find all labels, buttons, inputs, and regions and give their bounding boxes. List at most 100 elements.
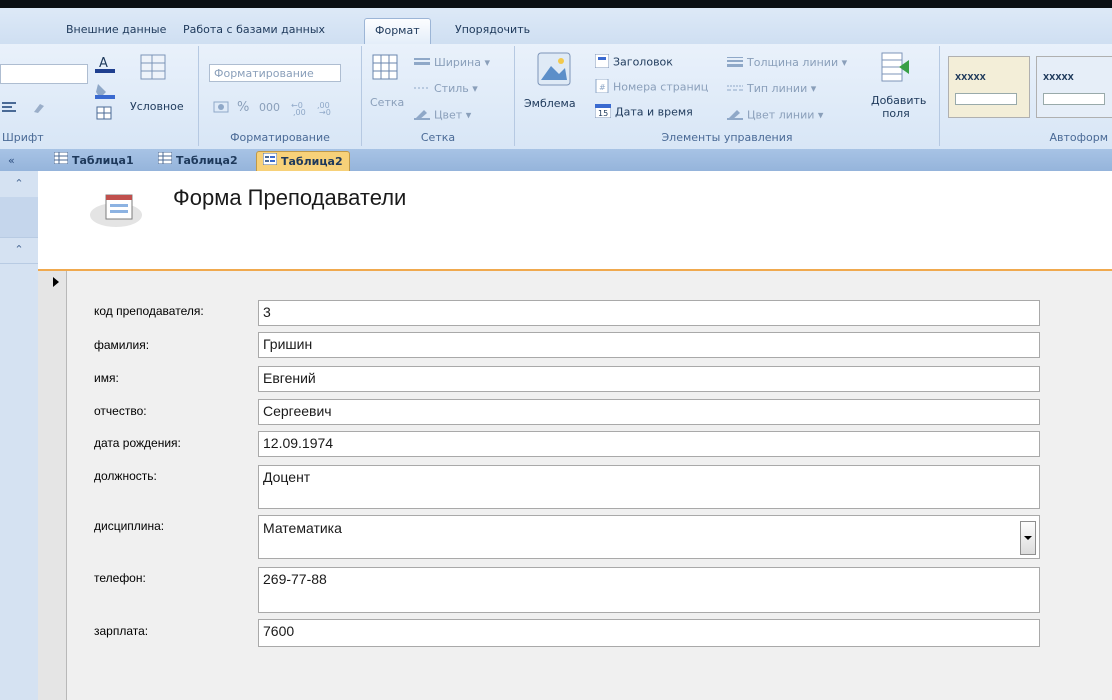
nav-expand-icon[interactable]: ⌃ [0,171,38,198]
line-type-button[interactable]: Тип линии ▾ [727,82,816,96]
font-color-icon[interactable]: A [94,54,116,77]
svg-text:A: A [99,56,108,71]
line-type-icon [727,83,743,96]
ribbon: A Условное Шрифт Форматирование % 000 ←0… [0,44,1112,150]
grid-big-label[interactable]: Сетка [370,96,404,109]
current-record-arrow-icon [53,277,59,287]
grid-width-button[interactable]: Ширина ▾ [414,56,490,70]
line-type-label: Тип линии [747,82,808,95]
increase-decimals-icon[interactable]: ←0,00 [291,98,311,119]
grid-group-label: Сетка [420,131,456,144]
controls-group: Эмблема Заголовок # Номера страниц 15 Дата… [515,46,940,146]
doc-tab-table1[interactable]: Таблица1 [48,151,140,171]
grid-style-label: Стиль [434,82,469,95]
fill-color-icon[interactable] [94,80,116,103]
field-phone[interactable]: 269-77-88 [258,567,1040,613]
grid-group: Сетка Ширина ▾ Стиль ▾ Цвет ▾ Сетка [362,46,515,146]
formatting-group: Форматирование % 000 ←0,00 ,00 →0 Формати… [199,46,362,146]
percent-button[interactable]: % [237,100,249,115]
gridlines-icon[interactable] [96,106,120,123]
field-patronymic[interactable]: Сергеевич [258,399,1040,425]
form-icon [262,152,278,172]
format-painter-icon[interactable] [32,100,48,117]
dropdown-arrow-icon[interactable] [1020,521,1036,555]
field-surname[interactable]: Гришин [258,332,1040,358]
form-detail: код преподавателя: 3 фамилия: Гришин имя… [38,271,1112,700]
line-thickness-label: Толщина линии [747,56,839,69]
table-icon [157,151,173,171]
nav-section[interactable] [0,197,38,238]
add-fields-label[interactable]: Добавить поля [871,94,926,120]
field-position[interactable]: Доцент [258,465,1040,509]
grid-style-button[interactable]: Стиль ▾ [414,82,478,96]
font-size-combo[interactable] [0,64,88,84]
logo-icon[interactable] [537,52,571,89]
date-time-label: Дата и время [615,105,693,119]
page-numbers-button[interactable]: # Номера страниц [595,78,709,96]
tab-format[interactable]: Формат [364,18,431,45]
window-top-border [0,0,1112,8]
autoformat-swatch-2[interactable]: XXXXX [1036,56,1112,118]
grid-big-icon[interactable] [372,54,398,83]
line-thickness-icon [727,56,743,70]
font-group: A Условное Шрифт [0,46,199,146]
nav-expand-icon[interactable]: ⌃ [0,237,38,264]
tab-arrange[interactable]: Упорядочить [455,23,530,36]
heading-button[interactable]: Заголовок [594,53,673,71]
swatch-pattern: XXXXX [1043,73,1074,82]
align-icon[interactable] [2,100,16,117]
line-thickness-button[interactable]: Толщина линии ▾ [727,56,847,70]
form-title: Форма Преподаватели [173,185,407,210]
label-patronymic: отчество: [94,404,147,418]
pencil-icon [414,108,430,123]
label-surname: фамилия: [94,338,150,352]
collapse-nav-icon[interactable]: « [8,154,15,167]
pencil-icon [727,108,743,123]
field-salary[interactable]: 7600 [258,619,1040,647]
line-color-button[interactable]: Цвет линии ▾ [727,108,823,123]
label-discipline: дисциплина: [94,519,165,533]
currency-icon[interactable] [213,100,229,117]
autoformat-group: XXXXX XXXXX Автоформ [940,46,1112,146]
form-header: Форма Преподаватели [38,171,1112,271]
field-discipline-combo[interactable]: Математика [258,515,1040,559]
tab-external-data[interactable]: Внешние данные [66,23,166,36]
format-combo[interactable]: Форматирование [209,64,341,82]
formatting-group-label: Форматирование [230,131,330,144]
label-teacher-code: код преподавателя: [94,304,204,318]
svg-text:#: # [599,83,606,92]
add-fields-icon[interactable] [881,52,911,85]
autoformat-swatch-1[interactable]: XXXXX [948,56,1030,118]
label-first-name: имя: [94,371,119,385]
form-header-icon [90,194,142,227]
logo-label[interactable]: Эмблема [524,97,576,110]
calendar-icon: 15 [594,103,612,121]
page-numbers-label: Номера страниц [613,80,709,94]
record-selector[interactable] [38,271,67,700]
tab-database-tools[interactable]: Работа с базами данных [183,23,325,36]
navigation-pane: ⌃ ⌃ [0,171,39,700]
decrease-decimals-icon[interactable]: ,00 →0 [317,98,337,119]
conditional-format-label[interactable]: Условное [130,100,184,113]
field-first-name[interactable]: Евгений [258,366,1040,392]
ribbon-tab-row: Внешние данные Работа с базами данных Фо… [0,8,1112,45]
line-color-label: Цвет линии [747,108,815,122]
conditional-format-icon[interactable] [140,54,166,83]
doc-tab-form-table2[interactable]: Таблица2 [256,151,350,172]
doc-tab-label: Таблица1 [72,154,134,167]
heading-icon [594,53,610,71]
swatch-pattern: XXXXX [955,73,986,82]
field-teacher-code[interactable]: 3 [258,300,1040,326]
svg-text:→0: →0 [319,108,331,116]
discipline-value: Математика [263,520,342,536]
date-time-button[interactable]: 15 Дата и время [594,103,693,121]
thousands-button[interactable]: 000 [259,101,280,114]
grid-color-button[interactable]: Цвет ▾ [414,108,471,123]
form-window: Форма Преподаватели код преподавателя: 3… [38,171,1112,700]
label-position: должность: [94,469,157,483]
controls-group-label: Элементы управления [661,131,793,144]
field-birth-date[interactable]: 12.09.1974 [258,431,1040,457]
doc-tab-table2[interactable]: Таблица2 [152,151,244,171]
label-salary: зарплата: [94,624,149,638]
font-group-label: Шрифт [2,131,44,144]
